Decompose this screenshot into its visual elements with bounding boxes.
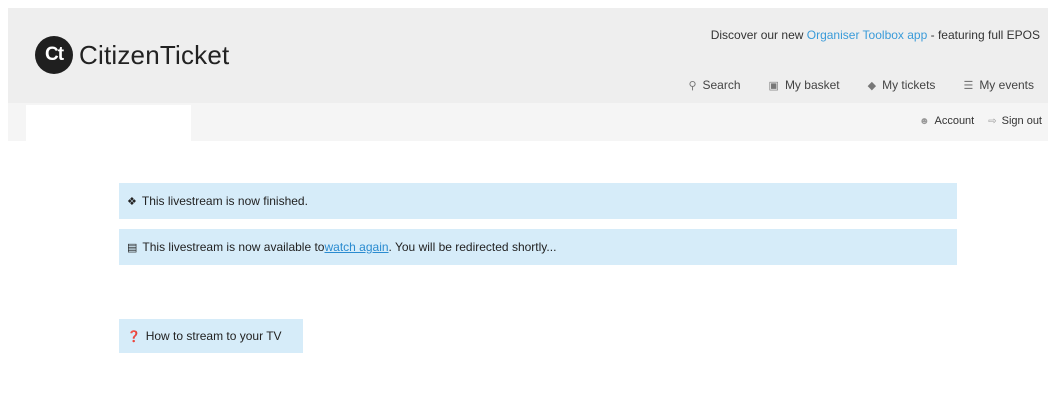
livestream-available-suffix: . You will be redirected shortly... bbox=[388, 240, 557, 254]
promo-prefix: Discover our new bbox=[710, 28, 807, 42]
nav-my-events[interactable]: ☰ My events bbox=[963, 78, 1034, 92]
nav-search-label: Search bbox=[702, 78, 741, 92]
livestream-finished-text: This livestream is now finished. bbox=[141, 194, 308, 208]
top-navigation: ⚲ Search ▣ My basket ◆ My tickets ☰ My e… bbox=[688, 78, 1034, 92]
user-icon: ☻ bbox=[918, 115, 930, 127]
nav-search[interactable]: ⚲ Search bbox=[688, 78, 740, 92]
promo-banner: Discover our new Organiser Toolbox app -… bbox=[711, 28, 1040, 42]
logo-mark-icon: Ct bbox=[35, 36, 73, 74]
nav-my-tickets[interactable]: ◆ My tickets bbox=[868, 78, 936, 92]
livestream-finished-alert: ❖ This livestream is now finished. bbox=[119, 183, 957, 219]
page-frame: Ct CitizenTicket Discover our new Organi… bbox=[8, 8, 1048, 391]
livestream-available-alert: ▤ This livestream is now available to wa… bbox=[119, 229, 957, 265]
nav-my-events-label: My events bbox=[979, 78, 1034, 92]
nav-account[interactable]: ☻ Account bbox=[919, 115, 974, 127]
sign-out-icon: ⇨ bbox=[988, 115, 997, 127]
account-navigation: ☻ Account ⇨ Sign out bbox=[919, 115, 1042, 127]
watch-again-link[interactable]: watch again bbox=[324, 240, 388, 254]
account-bar: ☻ Account ⇨ Sign out bbox=[8, 103, 1048, 141]
brand-name: CitizenTicket bbox=[79, 39, 230, 70]
main-content: ❖ This livestream is now finished. ▤ Thi… bbox=[8, 141, 1048, 391]
basket-icon: ▣ bbox=[768, 79, 779, 92]
stream-to-tv-label: How to stream to your TV bbox=[145, 329, 282, 343]
livestream-available-prefix: This livestream is now available to bbox=[142, 240, 325, 254]
site-header: Ct CitizenTicket Discover our new Organi… bbox=[8, 8, 1048, 103]
nav-account-label: Account bbox=[934, 115, 975, 127]
film-icon: ▤ bbox=[127, 241, 138, 254]
nav-my-basket-label: My basket bbox=[784, 78, 840, 92]
nav-sign-out[interactable]: ⇨ Sign out bbox=[988, 115, 1042, 127]
info-circle-icon: ❖ bbox=[127, 195, 137, 208]
promo-suffix: - featuring full EPOS bbox=[927, 28, 1040, 42]
question-circle-icon: ❓ bbox=[127, 330, 141, 343]
nav-my-tickets-label: My tickets bbox=[882, 78, 936, 92]
nav-my-basket[interactable]: ▣ My basket bbox=[769, 78, 840, 92]
stream-to-tv-button[interactable]: ❓ How to stream to your TV bbox=[119, 319, 303, 353]
promo-link[interactable]: Organiser Toolbox app bbox=[807, 28, 928, 42]
ticket-icon: ◆ bbox=[867, 79, 877, 92]
search-icon: ⚲ bbox=[688, 79, 697, 92]
events-icon: ☰ bbox=[963, 79, 974, 92]
subbar-tab bbox=[26, 105, 191, 141]
brand-logo[interactable]: Ct CitizenTicket bbox=[35, 36, 229, 74]
nav-sign-out-label: Sign out bbox=[1001, 115, 1042, 127]
